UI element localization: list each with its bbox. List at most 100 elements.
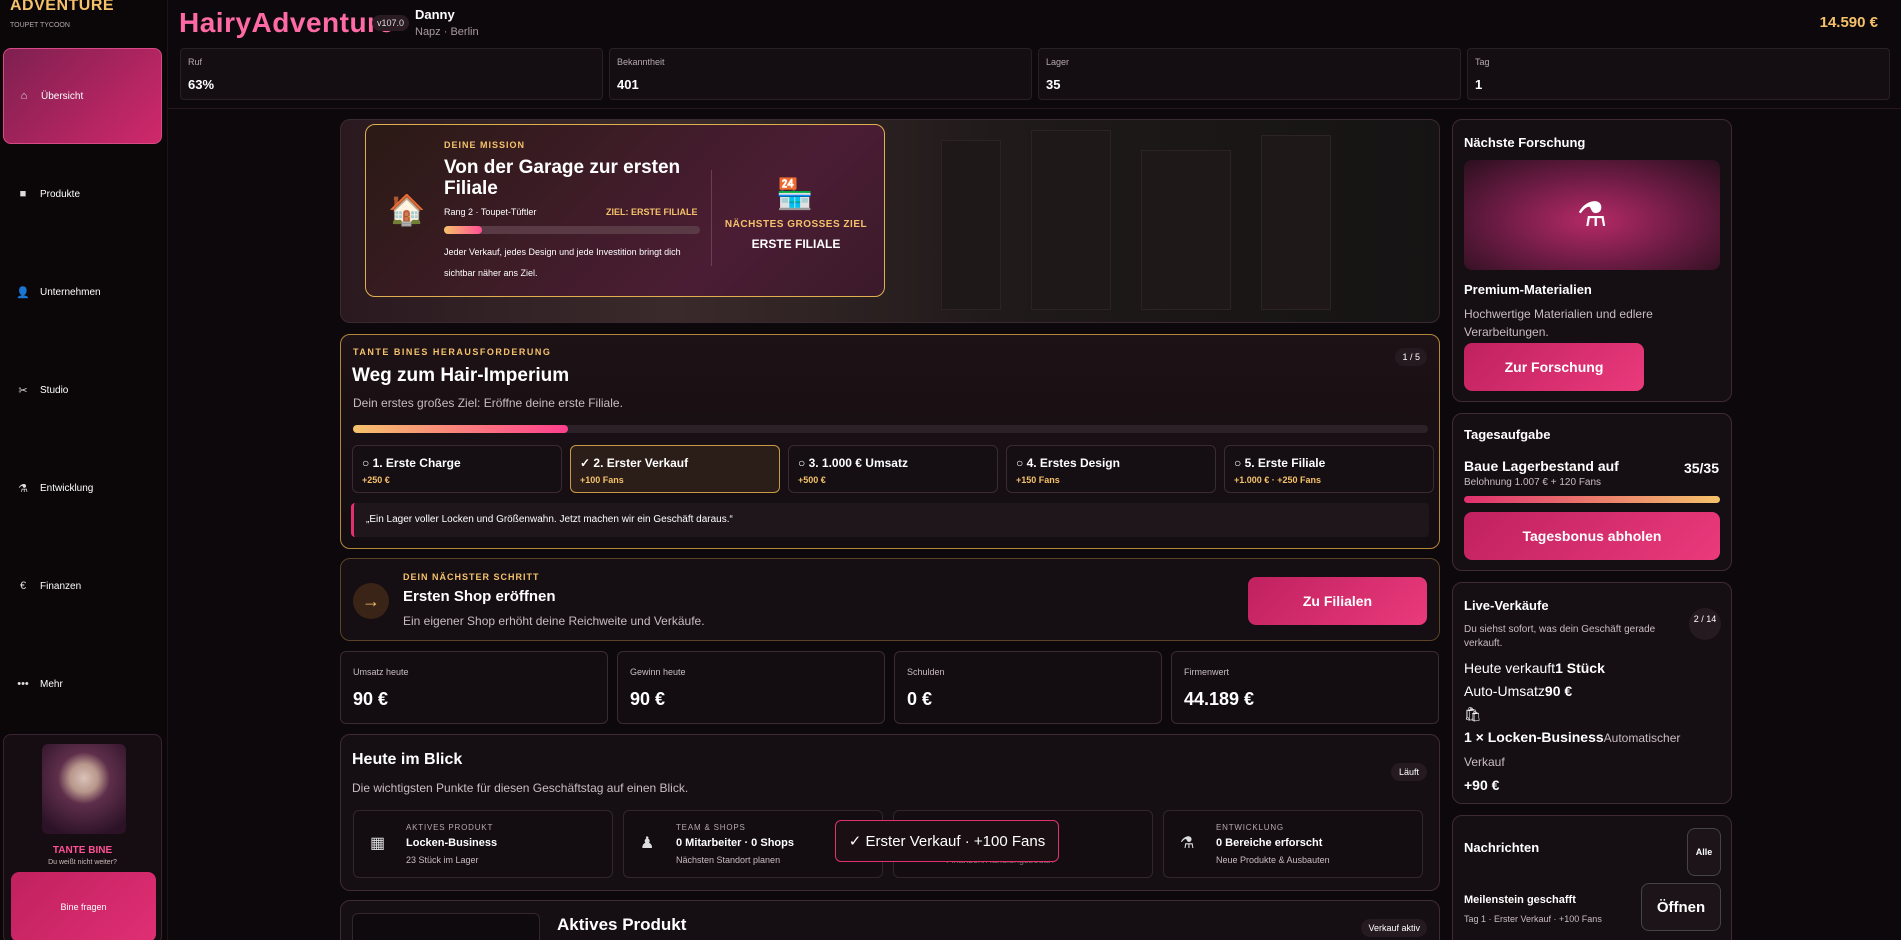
sale-item: 1 × Locken-Business <box>1464 729 1604 745</box>
all-messages-button[interactable]: Alle <box>1687 828 1721 876</box>
open-message-button[interactable]: Öffnen <box>1641 883 1721 931</box>
go-to-research-button[interactable]: Zur Forschung <box>1464 343 1644 391</box>
background-shelf <box>941 140 1001 310</box>
research-name: Premium-Materialien <box>1464 282 1592 297</box>
mission-rank: Rang 2 · Toupet-Tüftler <box>444 207 537 217</box>
step-title: ✓ 2. Erster Verkauf <box>580 456 689 470</box>
challenge-progress-fill <box>353 425 568 433</box>
bine-name: TANTE BINE <box>52 845 113 856</box>
today-card-sub: Nächsten Standort planen <box>676 855 781 865</box>
message-title: Meilenstein geschafft <box>1464 894 1576 906</box>
nav-label: Mehr <box>40 678 63 690</box>
kpi-label: Firmenwert <box>1184 667 1230 677</box>
stat-value: 63% <box>188 77 215 92</box>
nav-item-studio[interactable]: ✂ Studio <box>3 342 162 438</box>
next-step-subtitle: Ein eigener Shop erhöht deine Reichweite… <box>403 614 705 628</box>
claim-daily-bonus-button[interactable]: Tagesbonus abholen <box>1464 512 1720 560</box>
mission-text: Jeder Verkauf, jedes Design und jede Inv… <box>444 247 681 278</box>
today-title: Heute im Blick <box>352 751 463 768</box>
live-page-indicator[interactable]: 2 / 14 <box>1689 608 1721 640</box>
kpi-label: Schulden <box>907 667 945 677</box>
go-to-branches-button[interactable]: Zu Filialen <box>1248 577 1427 625</box>
research-icon: ⚗ <box>18 482 28 495</box>
today-card-sub: Neue Produkte & Ausbauten <box>1216 855 1330 865</box>
active-product-card: Aktives Produkt Verkauf aktiv <box>340 900 1440 940</box>
today-card-development[interactable]: ⚗ ENTWICKLUNG 0 Bereiche erforscht Neue … <box>1163 810 1423 878</box>
live-description: Du siehst sofort, was dein Geschäft gera… <box>1464 624 1656 649</box>
mission-divider <box>711 170 712 266</box>
background-shelf <box>1261 135 1331 310</box>
arrow-right-icon: → <box>353 583 389 619</box>
step-title: ○ 3. 1.000 € Umsatz <box>798 456 908 470</box>
bine-ask-button[interactable]: Bine fragen <box>11 872 156 940</box>
nav-item-entwicklung[interactable]: ⚗ Entwicklung <box>3 440 162 536</box>
product-image <box>352 913 540 940</box>
daily-task: Baue Lagerbestand auf <box>1464 458 1619 474</box>
nav-item-mehr[interactable]: ••• Mehr <box>3 636 162 732</box>
live-sales-body: Heute verkauft1 Stück Auto-Umsatz90 € 🛍 … <box>1464 657 1722 797</box>
mission-card: 🏠 DEINE MISSION Von der Garage zur erste… <box>365 124 885 297</box>
nav-item-unternehmen[interactable]: 👤 Unternehmen <box>3 244 162 340</box>
kpi-value: 90 € <box>353 689 389 709</box>
stat-label: Ruf <box>188 57 203 67</box>
stat-tag: Tag 1 <box>1467 48 1890 100</box>
today-card-value: 0 Bereiche erforscht <box>1216 837 1323 849</box>
today-card-label: ENTWICKLUNG <box>1216 823 1284 832</box>
sale-amount: +90 € <box>1464 777 1500 793</box>
kpi-label: Gewinn heute <box>630 667 686 677</box>
step-reward: +500 € <box>798 475 826 485</box>
daily-task-card: Tagesaufgabe Baue Lagerbestand auf 35/35… <box>1452 413 1732 571</box>
stat-ruf: Ruf 63% <box>180 48 603 100</box>
bine-quote: „Ein Lager voller Locken und Größenwahn.… <box>351 503 1429 537</box>
research-card: Nächste Forschung ⚗ Premium-Materialien … <box>1452 119 1732 402</box>
messages-title: Nachrichten <box>1464 840 1540 855</box>
mission-progress-bar <box>444 226 700 234</box>
research-description: Hochwertige Materialien und edlere Verar… <box>1464 307 1653 339</box>
auto-label: Auto-Umsatz <box>1464 683 1545 699</box>
nav-item-produkte[interactable]: ■ Produkte <box>3 146 162 242</box>
auto-value: 90 € <box>1544 683 1573 699</box>
status-badge: Verkauf aktiv <box>1361 919 1427 937</box>
scissors-icon: ✂ <box>18 384 28 397</box>
today-overview-card: Heute im Blick Die wichtigsten Punkte fü… <box>340 734 1440 891</box>
nav-item-finanzen[interactable]: € Finanzen <box>3 538 162 634</box>
grid-icon: ▦ <box>370 835 386 852</box>
box-icon: ■ <box>19 188 27 200</box>
house-icon: 🏠 <box>388 194 426 227</box>
stat-label: Tag <box>1475 57 1490 67</box>
home-icon: ⌂ <box>20 90 28 102</box>
daily-progress-bar <box>1464 496 1720 503</box>
daily-reward: Belohnung 1.007 € + 120 Fans <box>1464 477 1602 488</box>
today-card-label: AKTIVES PRODUKT <box>406 823 494 832</box>
more-icon: ••• <box>17 678 29 690</box>
user-location: Napz · Berlin <box>415 26 479 38</box>
stat-label: Lager <box>1046 57 1070 67</box>
bine-avatar <box>42 744 126 834</box>
toast-notification: ✓ Erster Verkauf · +100 Fans <box>835 820 1059 862</box>
research-title: Nächste Forschung <box>1464 135 1586 150</box>
stat-label: Bekanntheit <box>617 57 665 67</box>
challenge-step-4[interactable]: ○ 4. Erstes Design +150 Fans <box>1006 445 1216 493</box>
mission-title: Von der Garage zur ersten Filiale <box>444 157 681 199</box>
nav-label: Übersicht <box>41 90 84 102</box>
tante-bine-card: TANTE BINE Du weißt nicht weiter? Bine f… <box>3 734 162 940</box>
challenge-step-2[interactable]: ✓ 2. Erster Verkauf +100 Fans <box>570 445 780 493</box>
challenge-step-3[interactable]: ○ 3. 1.000 € Umsatz +500 € <box>788 445 998 493</box>
today-card-product[interactable]: ▦ AKTIVES PRODUKT Locken-Business 23 Stü… <box>353 810 613 878</box>
nav-label: Produkte <box>40 188 81 200</box>
nav-item-uebersicht[interactable]: ⌂ Übersicht <box>3 48 162 144</box>
kpi-firmenwert: Firmenwert 44.189 € <box>1171 651 1439 724</box>
research-icon: ⚗ <box>1180 835 1195 852</box>
nav-label: Entwicklung <box>40 482 94 494</box>
brand-subtitle: TOUPET TYCOON <box>10 22 70 29</box>
challenge-subtitle: Dein erstes großes Ziel: Eröffne deine e… <box>353 396 623 410</box>
next-goal-label: NÄCHSTES GROSSES ZIEL <box>724 219 868 230</box>
daily-count: 35/35 <box>1683 460 1719 476</box>
euro-icon: € <box>19 580 27 592</box>
bine-subtitle: Du weißt nicht weiter? <box>48 859 117 866</box>
challenge-step-5[interactable]: ○ 5. Erste Filiale +1.000 € · +250 Fans <box>1224 445 1434 493</box>
kpi-umsatz: Umsatz heute 90 € <box>340 651 608 724</box>
mission-progress-fill <box>444 226 483 234</box>
mission-goal: ZIEL: ERSTE FILIALE <box>606 207 698 217</box>
challenge-step-1[interactable]: ○ 1. Erste Charge +250 € <box>352 445 562 493</box>
